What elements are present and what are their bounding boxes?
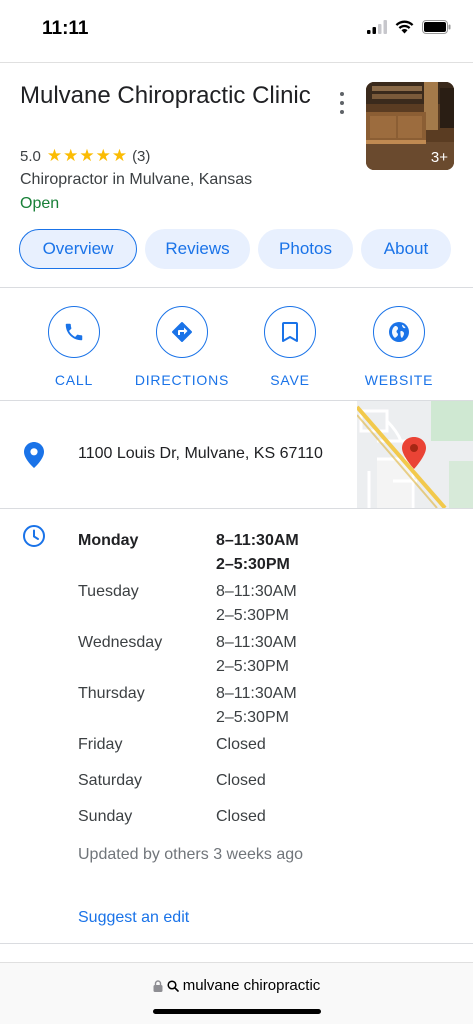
hours-line: 2–5:30PM [216,556,290,573]
photo-count: 3+ [430,149,448,166]
search-icon [167,979,179,992]
tab-overview[interactable]: Overview [19,229,137,269]
day-label: Thursday [78,685,145,702]
day-label: Tuesday [78,583,139,600]
review-count: (3) [132,147,151,165]
directions-icon [172,322,192,342]
more-options-button[interactable] [332,92,352,114]
save-circle [264,306,316,358]
open-status: Open [20,195,60,212]
business-name: Mulvane Chiropractic Clinic [20,82,311,109]
address-row[interactable]: 1100 Louis Dr, Mulvane, KS 67110 [0,401,473,508]
home-indicator[interactable] [153,1009,321,1014]
url-text: mulvane chiropractic [182,977,321,994]
tab-reviews[interactable]: Reviews [145,229,250,269]
business-category: Chiropractor in Mulvane, Kansas [20,171,253,188]
hours-line: 8–11:30AM [216,532,299,549]
day-label: Friday [78,736,123,753]
status-time: 11:11 [42,18,89,39]
hours-times: Closed [216,769,366,793]
directions-button[interactable]: DIRECTIONS [135,306,228,388]
map-thumbnail[interactable] [357,401,473,508]
hours-line: 8–11:30AM [216,685,297,702]
status-icons [367,20,451,34]
rating-value: 5.0 [20,147,41,165]
status-bar: 11:11 [0,0,473,60]
directions-label: DIRECTIONS [134,372,230,388]
website-circle [373,306,425,358]
photo-thumbnail[interactable]: 3+ [366,82,454,170]
hours-line: Closed [216,772,266,789]
hours-times: Closed [216,733,366,757]
dot [340,92,344,96]
save-button[interactable]: SAVE [264,306,316,388]
hours-updated-note: Updated by others 3 weeks ago [78,846,304,863]
suggest-edit-link[interactable]: Suggest an edit [78,909,189,927]
hours-line: 8–11:30AM [216,634,297,651]
tab-photos[interactable]: Photos [258,229,353,269]
directions-circle [156,306,208,358]
call-circle [48,306,100,358]
dot [340,110,344,114]
map-image [357,401,473,508]
hours-times: 8–11:30AM 2–5:30PM [216,631,366,679]
section-divider [0,508,473,509]
tab-bar: Overview Reviews Photos About [19,229,451,269]
action-buttons: CALL DIRECTIONS SAVE WEBSITE [0,306,473,388]
save-label: SAVE [270,372,310,388]
hours-times: 8–11:30AM 2–5:30PM [216,682,366,730]
location-pin-icon [24,442,44,468]
rating-row[interactable]: 5.0 ★★★★★ (3) [20,146,150,166]
day-label: Wednesday [78,634,163,651]
phone-icon [65,323,83,341]
clock-icon [23,525,45,547]
star-rating-icon: ★★★★★ [46,146,129,165]
hours-line: Closed [216,808,266,825]
hours-line: 8–11:30AM [216,583,297,600]
section-divider [0,287,473,288]
day-label: Monday [78,532,139,549]
website-button[interactable]: WEBSITE [365,306,433,388]
hours-times: 8–11:30AM 2–5:30PM [216,580,366,628]
dot [340,101,344,105]
day-label: Sunday [78,808,133,825]
wifi-icon [395,20,414,34]
lock-icon [153,979,163,992]
battery-icon [422,20,451,34]
hours-line: 2–5:30PM [216,658,289,675]
hours-times: 8–11:30AM 2–5:30PM [216,529,366,577]
hours-times: Closed [216,805,366,829]
cellular-signal-icon [367,20,387,34]
address-text: 1100 Louis Dr, Mulvane, KS 67110 [78,445,323,462]
url-row: mulvane chiropractic [0,977,473,994]
day-label: Saturday [78,772,143,789]
browser-address-bar[interactable]: mulvane chiropractic [0,962,473,1024]
header-divider [0,62,473,63]
tab-about[interactable]: About [361,229,451,269]
website-label: WEBSITE [364,372,434,388]
hours-line: 2–5:30PM [216,607,289,624]
call-button[interactable]: CALL [48,306,100,388]
hours-line: 2–5:30PM [216,709,289,726]
hours-line: Closed [216,736,266,753]
section-divider [0,943,473,944]
globe-icon [389,322,409,342]
bookmark-icon [282,322,298,342]
call-label: CALL [54,372,94,388]
